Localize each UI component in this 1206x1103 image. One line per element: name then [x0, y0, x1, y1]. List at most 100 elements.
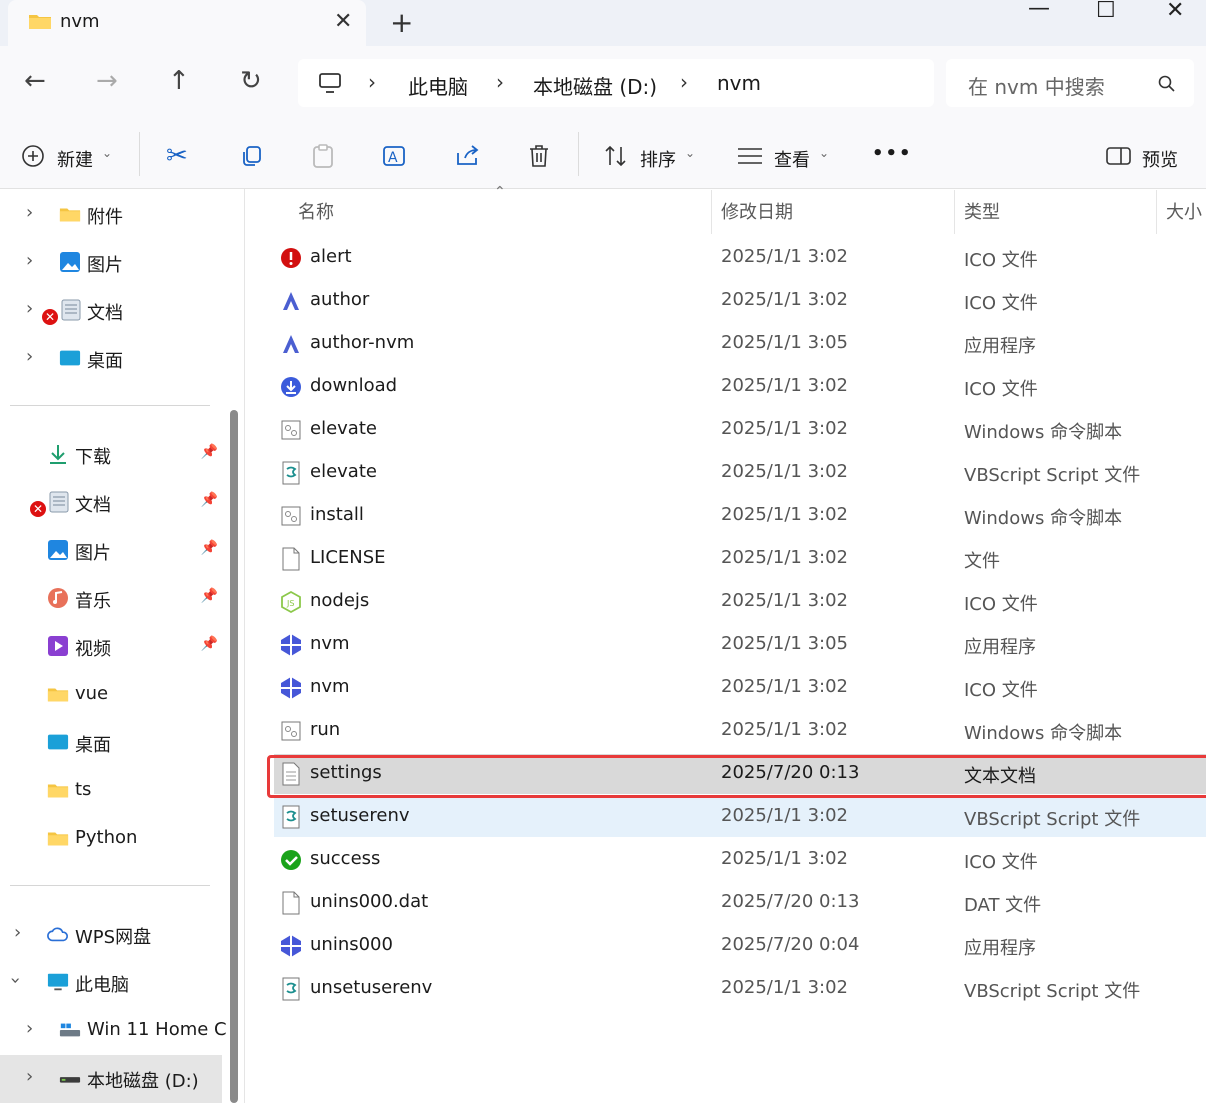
sort-button[interactable]: 排序 [640, 146, 676, 172]
sidebar-item-label: 图片 [75, 543, 111, 564]
pin-icon[interactable]: 📌 [201, 588, 218, 604]
computer-icon [47, 973, 69, 991]
pin-icon[interactable]: 📌 [201, 540, 218, 556]
file-date: 2025/1/1 3:05 [721, 633, 848, 654]
file-row[interactable]: LICENSE 2025/1/1 3:02 文件 [274, 539, 1206, 579]
file-row[interactable]: elevate 2025/1/1 3:02 Windows 命令脚本 [274, 410, 1206, 450]
new-button[interactable]: 新建 [57, 146, 93, 172]
column-header-type[interactable]: 类型 [964, 198, 1000, 224]
back-arrow-icon[interactable]: ← [24, 66, 46, 96]
chevron-right-icon[interactable]: › [26, 1018, 33, 1039]
up-arrow-icon[interactable]: ↑ [168, 66, 190, 96]
file-name: run [310, 719, 341, 740]
forward-arrow-icon[interactable]: → [96, 66, 118, 96]
tab-close-icon[interactable]: ✕ [334, 9, 352, 34]
chevron-right-icon[interactable]: › [26, 1066, 33, 1087]
sidebar-item-pictures[interactable]: 图片 📌 [0, 527, 222, 575]
chevron-down-icon[interactable]: ⌄ [102, 146, 112, 160]
file-row[interactable]: alert 2025/1/1 3:02 ICO 文件 [274, 238, 1206, 278]
view-icon[interactable] [737, 147, 763, 165]
sidebar-item-music[interactable]: 音乐 📌 [0, 575, 222, 623]
sidebar-item-d-drive[interactable]: › 本地磁盘 (D:) [0, 1055, 222, 1103]
preview-button[interactable]: 预览 [1142, 146, 1178, 172]
sidebar-item-vue[interactable]: vue [0, 671, 222, 719]
file-name: alert [310, 246, 352, 267]
file-name: unins000.dat [310, 891, 429, 912]
divider [578, 132, 579, 176]
column-header-date[interactable]: 修改日期 [721, 198, 793, 224]
tab-nvm[interactable]: nvm ✕ [8, 0, 366, 46]
search-input[interactable]: 在 nvm 中搜索 [968, 71, 1105, 100]
sidebar-item-ts[interactable]: ts [0, 767, 222, 815]
sidebar-item-attachments[interactable]: › 附件 [0, 191, 222, 239]
file-row[interactable]: nvm 2025/1/1 3:02 ICO 文件 [274, 668, 1206, 708]
maximize-button[interactable]: ☐ [1096, 0, 1116, 23]
file-row[interactable]: author-nvm 2025/1/1 3:05 应用程序 [274, 324, 1206, 364]
column-header-size[interactable]: 大小 [1166, 198, 1202, 224]
chevron-right-icon[interactable]: › [26, 250, 33, 271]
breadcrumb-this-pc[interactable]: 此电脑 [408, 71, 468, 100]
search-icon[interactable] [1158, 75, 1176, 93]
column-header-name[interactable]: 名称 [298, 198, 334, 224]
sort-up-icon: ⌃ [494, 184, 506, 200]
sidebar-item-label: Python [75, 827, 138, 848]
breadcrumb-local-disk[interactable]: 本地磁盘 (D:) [533, 71, 657, 100]
sort-icon[interactable] [603, 144, 629, 168]
sidebar-item-desktop[interactable]: › 桌面 [0, 335, 222, 383]
more-options-button[interactable]: ••• [872, 143, 913, 164]
sidebar-item-python[interactable]: Python [0, 815, 222, 863]
sidebar-item-documents[interactable]: › ✕ 文档 [0, 287, 222, 335]
share-icon[interactable] [455, 143, 481, 169]
sidebar-item-desktop[interactable]: 桌面 [0, 719, 222, 767]
rename-icon[interactable]: A [382, 143, 408, 169]
file-row[interactable]: unins000.dat 2025/7/20 0:13 DAT 文件 [274, 883, 1206, 923]
divider [1156, 190, 1157, 234]
sidebar-item-c-drive[interactable]: › Win 11 Home C [0, 1007, 227, 1055]
chevron-right-icon[interactable]: › [14, 922, 21, 943]
sidebar-item-downloads[interactable]: 下载 📌 [0, 431, 222, 479]
cut-icon[interactable]: ✂ [166, 141, 188, 171]
new-tab-button[interactable]: + [390, 6, 413, 39]
breadcrumb-nvm[interactable]: nvm [717, 71, 761, 95]
chevron-down-icon[interactable]: ⌄ [819, 146, 829, 160]
view-button[interactable]: 查看 [774, 146, 810, 172]
file-row[interactable]: author 2025/1/1 3:02 ICO 文件 [274, 281, 1206, 321]
sidebar-item-label: 下载 [75, 447, 111, 468]
plus-circle-icon[interactable] [21, 144, 45, 168]
file-row[interactable]: download 2025/1/1 3:02 ICO 文件 [274, 367, 1206, 407]
delete-icon[interactable] [527, 143, 551, 169]
preview-pane-icon[interactable] [1106, 146, 1132, 166]
sidebar-scrollbar[interactable] [230, 410, 238, 1103]
file-date: 2025/1/1 3:02 [721, 504, 848, 525]
sidebar-item-videos[interactable]: 视频 📌 [0, 623, 222, 671]
copy-icon[interactable] [240, 144, 264, 168]
file-row[interactable]: setuserenv 2025/1/1 3:02 VBScript Script… [274, 797, 1206, 837]
file-row[interactable]: nvm 2025/1/1 3:05 应用程序 [274, 625, 1206, 665]
file-row[interactable]: elevate 2025/1/1 3:02 VBScript Script 文件 [274, 453, 1206, 493]
chevron-down-icon[interactable]: ⌄ [685, 146, 695, 160]
sidebar-item-this-pc[interactable]: › 此电脑 [0, 959, 222, 1007]
file-row[interactable]: unins000 2025/7/20 0:04 应用程序 [274, 926, 1206, 966]
file-row[interactable]: JS nodejs 2025/1/1 3:02 ICO 文件 [274, 582, 1206, 622]
chevron-down-icon[interactable]: › [5, 977, 26, 984]
chevron-right-icon[interactable]: › [26, 202, 33, 223]
file-row[interactable]: success 2025/1/1 3:02 ICO 文件 [274, 840, 1206, 880]
sidebar-item-pictures[interactable]: › 图片 [0, 239, 222, 287]
file-row[interactable]: unsetuserenv 2025/1/1 3:02 VBScript Scri… [274, 969, 1206, 1009]
file-type: VBScript Script 文件 [964, 981, 1141, 1002]
pin-icon[interactable]: 📌 [201, 492, 218, 508]
file-row[interactable]: install 2025/1/1 3:02 Windows 命令脚本 [274, 496, 1206, 536]
close-window-button[interactable]: ✕ [1166, 0, 1184, 23]
pin-icon[interactable]: 📌 [201, 636, 218, 652]
chevron-right-icon[interactable]: › [26, 298, 33, 319]
chevron-right-icon[interactable]: › [26, 346, 33, 367]
pin-icon[interactable]: 📌 [201, 444, 218, 460]
minimize-button[interactable]: — [1028, 0, 1050, 21]
paste-icon[interactable] [311, 143, 335, 169]
file-row[interactable]: run 2025/1/1 3:02 Windows 命令脚本 [274, 711, 1206, 751]
sidebar-item-wps-cloud[interactable]: › WPS网盘 [0, 911, 222, 959]
download-icon [50, 445, 66, 464]
refresh-icon[interactable]: ↻ [240, 66, 262, 96]
sidebar-item-label: WPS网盘 [75, 927, 152, 948]
sidebar-item-documents[interactable]: ✕ 文档 📌 [0, 479, 222, 527]
